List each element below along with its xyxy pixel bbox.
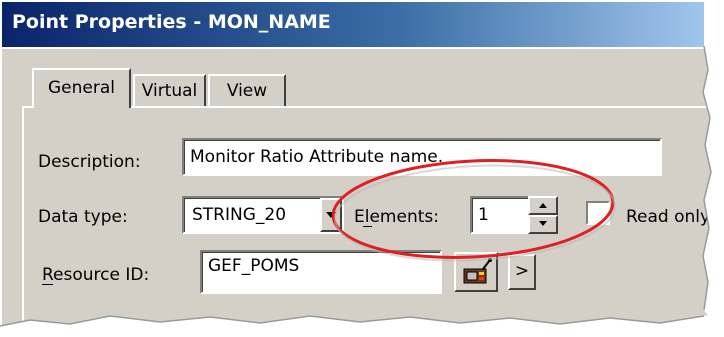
red-highlight-ellipse bbox=[331, 159, 615, 259]
tab-general-label: General bbox=[48, 78, 115, 98]
screenshot: Point Properties - MON_NAME General Virt… bbox=[0, 0, 724, 337]
highlight-shadow-ellipse bbox=[334, 164, 616, 262]
tab-general[interactable]: General bbox=[32, 68, 131, 108]
torn-edge-overlay bbox=[0, 0, 724, 337]
